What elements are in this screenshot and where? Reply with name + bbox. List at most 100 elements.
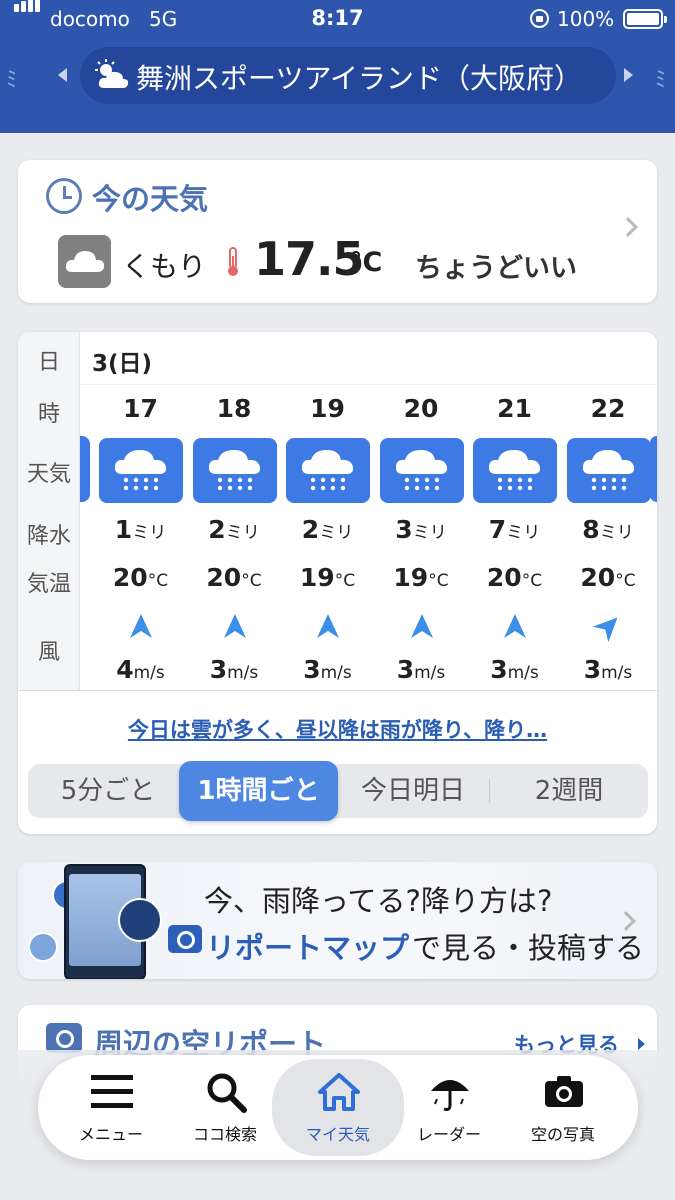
cloudy-icon (58, 235, 111, 288)
cloud-badge-icon (28, 932, 58, 962)
next-location-arrow-icon[interactable] (624, 68, 633, 82)
tab-hourly[interactable]: 1時間ごと (179, 761, 338, 821)
feels-like-text: ちょうどいい (415, 253, 577, 284)
location-name: 舞洲スポーツアイランド（大阪府） (136, 62, 583, 95)
wind-direction-icon (130, 614, 152, 638)
date-bar: 3(日) (80, 332, 657, 384)
forecast-summary-link[interactable]: 今日は雲が多く、昼以降は雨が降り、降り… (18, 714, 657, 744)
precipitation-value: 1ミリ (114, 515, 167, 544)
nav-radar[interactable]: レーダー (394, 1055, 504, 1160)
camera-icon (545, 1076, 583, 1107)
banner-headline: 今、雨降ってる?降り方は? (204, 884, 553, 918)
partly-cloudy-icon (95, 59, 129, 88)
wind-direction-icon (592, 617, 617, 643)
temperature-value: 20°C (112, 563, 169, 592)
umbrella-icon (431, 1080, 469, 1111)
banner-subtext: で見る・投稿する (412, 931, 645, 965)
wind-direction-icon (223, 614, 246, 638)
temperature-value: 20°C (580, 563, 636, 592)
battery-percent: 100% (557, 7, 615, 31)
label-precip: 降水 (26, 524, 71, 549)
nav-label: ココ検索 (192, 1125, 257, 1144)
precipitation-value: 8ミリ (582, 515, 634, 544)
hourly-grid[interactable]: 17 1ミリ 20°C 4m/s 18 2ミリ 20°C 3m/s 19 2ミリ 19°C 3m/s 2… (80, 384, 657, 690)
current-weather-card[interactable]: 今の天気 くもり 17.5 °C ちょうどいい (18, 160, 657, 303)
hour-column: 21 7ミリ 20°C 3m/s (468, 385, 561, 691)
current-temperature: 17.5 (254, 232, 364, 286)
partial-weather-cell (80, 436, 90, 502)
home-icon (318, 1073, 360, 1111)
hour-label: 22 (590, 394, 626, 423)
rain-icon (566, 438, 651, 503)
menu-icon (91, 1075, 133, 1108)
umbrella-rain-icon (118, 898, 162, 942)
arrow-right-icon (638, 1038, 645, 1050)
wind-speed-value: 3m/s (396, 655, 446, 684)
hour-column: 22 8ミリ 20°C 3m/s (562, 385, 655, 691)
hour-label: 19 (310, 394, 345, 423)
tab-today-tomorrow[interactable]: 今日明日 (338, 764, 488, 818)
prev-location-arrow-icon[interactable] (58, 68, 67, 82)
wind-direction-icon (504, 614, 526, 638)
precipitation-value: 2ミリ (301, 515, 354, 544)
rain-icon (473, 438, 557, 503)
battery-icon (623, 9, 667, 29)
precipitation-value: 3ミリ (395, 515, 447, 544)
wind-speed-value: 4m/s (116, 655, 165, 684)
nav-label: メニュー (78, 1125, 143, 1144)
row-labels: 日 時 天気 降水 気温 風 (18, 332, 80, 690)
precipitation-value: 2ミリ (208, 515, 260, 544)
rain-icon (379, 438, 464, 503)
header-bar: docomo 5G 8:17 100% ﾐ 舞洲スポーツアイランド（大阪府） ﾐ (0, 0, 675, 133)
nav-search[interactable]: ココ検索 (170, 1055, 280, 1160)
hour-column: 17 1ミリ 20°C 4m/s (94, 385, 187, 691)
label-weather: 天気 (26, 462, 71, 487)
search-icon (207, 1073, 247, 1113)
wind-speed-value: 3m/s (303, 655, 352, 684)
hour-column: 19 2ミリ 19°C 3m/s (281, 385, 374, 691)
tab-5min[interactable]: 5分ごと (28, 764, 188, 818)
nav-menu[interactable]: メニュー (56, 1055, 166, 1160)
label-temp: 気温 (26, 572, 71, 597)
report-map-banner[interactable]: 今、雨降ってる?降り方は? リポートマップ で見る・投稿する (18, 862, 657, 979)
temperature-value: 20°C (206, 563, 262, 592)
camera-icon (46, 1023, 82, 1053)
wind-speed-value: 3m/s (490, 655, 539, 684)
nav-my-weather[interactable]: マイ天気 (272, 1059, 404, 1156)
scroll-hint-right: ﾐ (655, 68, 667, 93)
divider (18, 690, 657, 691)
rain-icon (99, 438, 183, 503)
hour-label: 17 (123, 394, 158, 423)
hour-column: 18 2ミリ 20°C 3m/s (188, 385, 281, 691)
bottom-tab-bar: メニュー ココ検索 マイ天気 レーダー 空の写真 (38, 1055, 638, 1160)
label-wind: 風 (37, 640, 60, 665)
label-hour: 時 (37, 402, 60, 427)
location-selector[interactable]: 舞洲スポーツアイランド（大阪府） (80, 47, 616, 104)
temperature-value: 19°C (393, 563, 449, 592)
camera-icon (168, 925, 202, 953)
orientation-lock-icon (530, 9, 549, 28)
temperature-value: 20°C (486, 563, 543, 592)
tab-2weeks[interactable]: 2週間 (490, 764, 648, 818)
rain-icon (286, 438, 370, 503)
current-weather-title: 今の天気 (92, 182, 209, 216)
hour-label: 21 (497, 394, 532, 423)
chevron-right-icon (618, 217, 638, 237)
precipitation-value: 7ミリ (488, 515, 541, 544)
forecast-date: 3(日) (92, 351, 153, 377)
clock-icon (46, 178, 82, 214)
interval-tabs: 5分ごと 1時間ごと 今日明日 2週間 (28, 761, 648, 821)
wind-speed-value: 3m/s (583, 655, 633, 684)
nav-label: マイ天気 (305, 1125, 370, 1144)
temperature-unit: °C (349, 247, 383, 278)
hour-label: 18 (216, 394, 252, 423)
banner-report-map: リポートマップ (206, 931, 410, 965)
hour-label: 20 (403, 394, 439, 423)
nav-label: レーダー (416, 1125, 481, 1144)
temperature-value: 19°C (299, 563, 356, 592)
partial-weather-cell (650, 436, 657, 502)
nav-sky-photos[interactable]: 空の写真 (508, 1055, 618, 1160)
scroll-hint-left: ﾐ (6, 68, 18, 93)
current-condition: くもり (122, 250, 207, 283)
hour-column: 20 3ミリ 19°C 3m/s (375, 385, 468, 691)
